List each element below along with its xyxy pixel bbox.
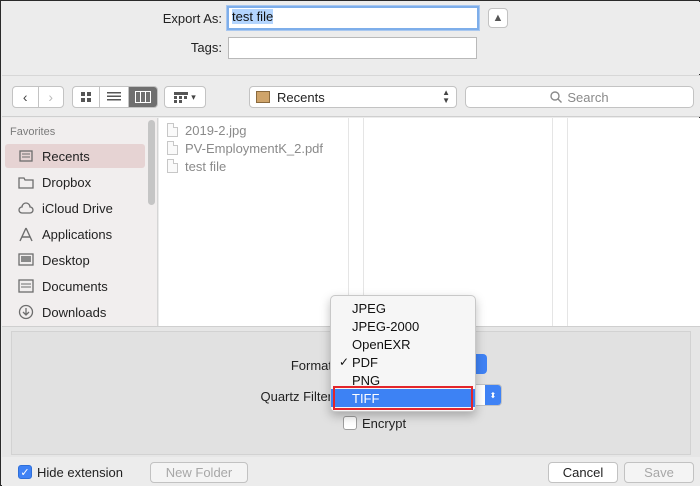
search-field[interactable]: Search	[465, 86, 694, 108]
chevron-updown-icon: ▲ ▼	[442, 88, 450, 105]
sidebar-item-recents[interactable]: Recents	[5, 144, 145, 168]
icon-view-button[interactable]	[73, 87, 101, 107]
new-folder-button[interactable]: New Folder	[150, 462, 248, 483]
encrypt-label: Encrypt	[362, 416, 407, 431]
desktop-icon	[17, 252, 35, 268]
highlight-annotation	[333, 386, 473, 410]
sidebar-item-label: Dropbox	[42, 174, 92, 190]
forward-button[interactable]: ›	[39, 87, 64, 107]
sidebar-item-label: Recents	[42, 148, 90, 164]
recents-icon	[256, 91, 270, 103]
sidebar-item-documents[interactable]: Documents	[5, 274, 145, 298]
file-name: test file	[185, 158, 227, 174]
file-icon	[167, 141, 178, 155]
hide-extension-checkbox[interactable]: ✓	[18, 465, 32, 479]
menu-item-label: PDF	[352, 354, 378, 370]
sidebar-item-label: Downloads	[42, 304, 107, 320]
menu-item-label: JPEG	[352, 300, 386, 316]
format-option-openexr[interactable]: OpenEXR	[331, 335, 475, 353]
downloads-icon	[17, 304, 35, 320]
sidebar-item-label: iCloud Drive	[42, 200, 113, 216]
list-icon	[107, 92, 122, 101]
group-control: ▾	[165, 87, 205, 107]
file-name: PV-EmploymentK_2.pdf	[185, 140, 324, 156]
back-button[interactable]: ‹	[13, 87, 39, 107]
columns-icon	[134, 91, 151, 103]
file-icon	[167, 159, 178, 173]
sidebar-item-icloud-drive[interactable]: iCloud Drive	[5, 196, 145, 220]
menu-item-label: OpenEXR	[352, 336, 411, 352]
grid-icon	[81, 92, 92, 102]
file-item[interactable]: test file	[167, 157, 226, 175]
sidebar-scrollbar[interactable]	[148, 120, 155, 205]
save-dialog: Export As: test file ▲ Tags: ‹ › ▾ Recen…	[0, 0, 700, 486]
group-icon	[174, 91, 189, 103]
save-header: Export As: test file ▲ Tags:	[2, 2, 700, 74]
file-item[interactable]: PV-EmploymentK_2.pdf	[167, 139, 323, 157]
sidebar-item-applications[interactable]: Applications	[5, 222, 145, 246]
sidebar-item-downloads[interactable]: Downloads	[5, 300, 145, 324]
hide-extension-label: Hide extension	[37, 465, 123, 480]
documents-icon	[17, 278, 35, 294]
column-view-button[interactable]	[128, 87, 157, 107]
file-column-3	[567, 118, 700, 326]
chevron-right-icon: ›	[48, 89, 54, 105]
view-mode-control	[72, 86, 158, 108]
tags-input[interactable]	[228, 37, 477, 59]
cloud-icon	[17, 200, 35, 216]
list-view-button[interactable]	[100, 87, 129, 107]
sidebar-item-dropbox[interactable]: Dropbox	[5, 170, 145, 194]
quartz-filter-label: Quartz Filter	[260, 389, 332, 404]
file-icon	[167, 123, 178, 137]
group-button[interactable]: ▾	[164, 86, 206, 108]
save-button[interactable]: Save	[624, 462, 694, 483]
encrypt-checkbox[interactable]	[343, 416, 357, 430]
applications-icon	[17, 226, 35, 242]
format-label: Format	[290, 358, 332, 373]
checkmark-icon: ✓	[339, 355, 350, 369]
file-item[interactable]: 2019-2.jpg	[167, 121, 246, 139]
sidebar-item-label: Documents	[42, 278, 108, 294]
chevron-left-icon: ‹	[22, 89, 28, 105]
format-option-pdf[interactable]: ✓ PDF	[331, 353, 475, 371]
export-as-input[interactable]: test file	[227, 6, 479, 30]
file-name: 2019-2.jpg	[185, 122, 247, 138]
export-as-value: test file	[232, 9, 274, 24]
chevron-updown-icon: ⬍	[485, 385, 501, 405]
tags-label: Tags:	[190, 40, 222, 55]
folder-icon	[17, 174, 35, 190]
recents-icon	[17, 148, 35, 164]
file-column-1: 2019-2.jpg PV-EmploymentK_2.pdf test fil…	[159, 118, 349, 326]
back-forward-control: ‹ ›	[12, 86, 64, 108]
cancel-button[interactable]: Cancel	[548, 462, 618, 483]
format-option-jpeg[interactable]: JPEG	[331, 299, 475, 317]
sidebar-item-desktop[interactable]: Desktop	[5, 248, 145, 272]
format-option-jpeg-2000[interactable]: JPEG-2000	[331, 317, 475, 335]
export-as-label: Export As:	[162, 11, 222, 26]
sidebar-item-label: Desktop	[42, 252, 90, 268]
bottom-bar: ✓ Hide extension New Folder Cancel Save	[2, 457, 700, 486]
menu-item-label: JPEG-2000	[352, 318, 420, 334]
chevron-down-icon: ▾	[191, 91, 196, 102]
sidebar-heading: Favorites	[10, 126, 56, 138]
location-popup[interactable]: Recents ▲ ▼	[249, 86, 457, 108]
browser-toolbar: ‹ › ▾ Recents ▲ ▼ Search	[2, 75, 700, 117]
search-placeholder: Search	[567, 89, 609, 105]
location-label: Recents	[277, 89, 325, 105]
search-icon	[550, 91, 563, 103]
chevron-up-icon: ▲	[492, 12, 504, 24]
expand-button[interactable]: ▲	[488, 8, 508, 28]
sidebar-item-label: Applications	[42, 226, 113, 242]
sidebar: Favorites Recents Dropbox iCloud Drive A…	[2, 118, 158, 326]
